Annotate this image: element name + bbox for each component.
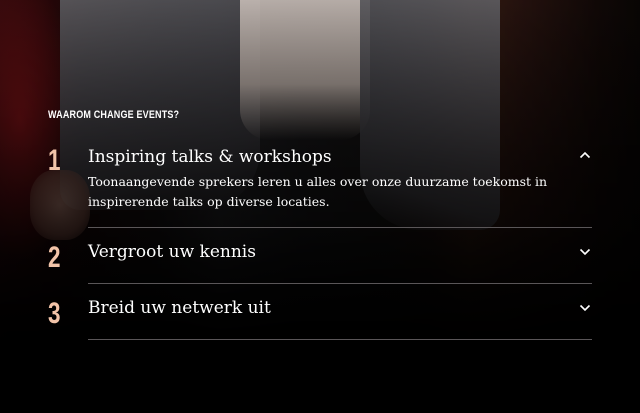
chevron-down-icon[interactable] <box>578 245 592 259</box>
chevron-up-icon[interactable] <box>578 148 592 162</box>
hero-section: WAAROM CHANGE EVENTS? 1 Inspiring talks … <box>0 0 640 413</box>
accordion-item-2[interactable]: 2 Vergroot uw kennis <box>48 241 592 285</box>
accordion-divider <box>88 227 592 228</box>
accordion-divider <box>88 283 592 284</box>
accordion-divider <box>88 339 592 340</box>
accordion-item-number: 1 <box>48 144 61 177</box>
accordion-item-number: 2 <box>48 241 61 274</box>
accordion-item-description: Toonaangevende sprekers leren u alles ov… <box>88 174 548 209</box>
accordion-item-3[interactable]: 3 Breid uw netwerk uit <box>48 297 592 341</box>
accordion-item-title[interactable]: Inspiring talks & workshops <box>88 146 332 168</box>
accordion-item-1: 1 Inspiring talks & workshops Toonaangev… <box>48 146 592 228</box>
accordion-section: WAAROM CHANGE EVENTS? 1 Inspiring talks … <box>0 0 640 413</box>
accordion-item-title[interactable]: Breid uw netwerk uit <box>88 297 271 319</box>
chevron-down-icon[interactable] <box>578 301 592 315</box>
accordion-item-title[interactable]: Vergroot uw kennis <box>88 241 256 263</box>
accordion-item-number: 3 <box>48 297 61 330</box>
section-eyebrow: WAAROM CHANGE EVENTS? <box>48 109 180 121</box>
